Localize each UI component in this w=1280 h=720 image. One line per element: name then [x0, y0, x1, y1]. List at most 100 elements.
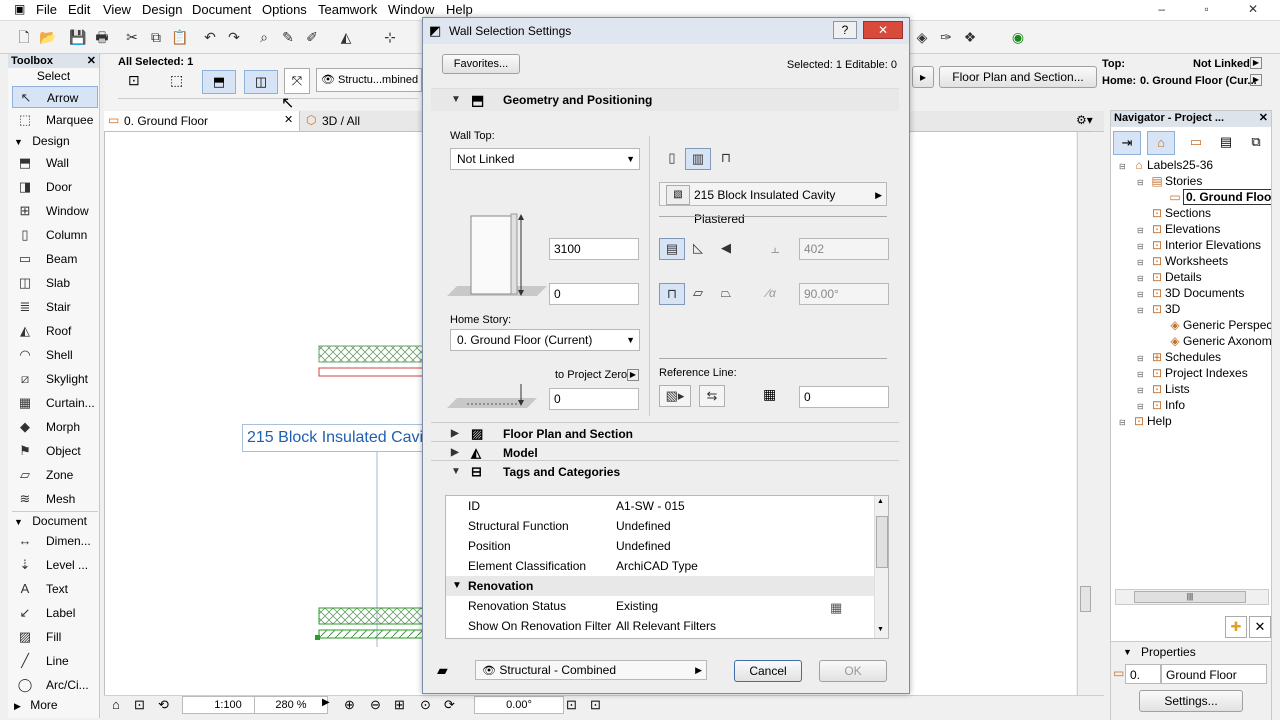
arrow-right-icon[interactable]: ▸	[912, 66, 934, 88]
tree-toggle-icon[interactable]: ⊟	[1137, 303, 1149, 319]
tool-slab[interactable]: ◫ Slab	[12, 272, 98, 294]
teamwork-icon[interactable]: ◉	[1008, 27, 1028, 47]
nav-item[interactable]: ⊟ ⊡ Interior Elevations	[1137, 237, 1261, 253]
wall-height-field[interactable]: 3100	[549, 238, 639, 260]
nav-item[interactable]: ◈ Generic Axonom	[1155, 333, 1271, 349]
top-link-arrow-icon[interactable]: ▶	[1250, 57, 1262, 69]
close-button[interactable]: ✕	[863, 21, 903, 39]
tool-fill[interactable]: ▨ Fill	[12, 626, 98, 648]
tree-toggle-icon[interactable]: ⊟	[1137, 175, 1149, 191]
cut-icon[interactable]: ✂	[122, 27, 142, 47]
wall-icon[interactable]: ⬒	[202, 70, 236, 94]
triangle-down-icon[interactable]: ▼	[1123, 647, 1132, 657]
nav-item[interactable]: ▭ 0. Ground Floo	[1155, 189, 1271, 205]
section-more[interactable]: ▶ More	[12, 696, 98, 714]
wall-slanted-plan-icon[interactable]: ◀	[713, 238, 739, 260]
floor-plan-section-button[interactable]: Floor Plan and Section...	[939, 66, 1097, 88]
render-icon[interactable]: ❖	[960, 27, 980, 47]
cancel-button[interactable]: Cancel	[734, 660, 802, 682]
wall-straight-icon[interactable]: ▯	[659, 148, 685, 170]
reference-line-location-icon[interactable]: ▧▸	[659, 385, 691, 407]
nav-item[interactable]: ⊟ ⊡ 3D	[1137, 301, 1180, 317]
previous-zoom-icon[interactable]: ⊙	[420, 697, 431, 713]
view-map-icon[interactable]: ▭	[1183, 131, 1209, 153]
wall-finish-lower[interactable]	[318, 629, 424, 639]
project-zero-arrow-icon[interactable]: ▶	[627, 369, 639, 381]
wall-trapezoid-icon[interactable]: ▥	[685, 148, 711, 170]
composite-dropdown[interactable]: ▧ 215 Block Insulated Cavity Plastered ▶	[659, 182, 887, 226]
nav-item[interactable]: ⊟ ▤ Stories	[1137, 173, 1202, 189]
nav-item[interactable]: ⊟ ⊡ Worksheets	[1137, 253, 1228, 269]
tool-dimen[interactable]: ↔ Dimen...	[12, 530, 98, 552]
snap-icon[interactable]: ⊹	[380, 27, 400, 47]
scroll-thumb[interactable]: |||	[1134, 591, 1246, 603]
save-icon[interactable]: 💾	[68, 27, 88, 47]
menu-help[interactable]: Help	[446, 2, 473, 17]
nav-item[interactable]: ⊟ ⊡ Project Indexes	[1137, 365, 1248, 381]
close-icon[interactable]: ✕	[87, 54, 96, 67]
play-icon[interactable]: ▶	[322, 697, 330, 708]
menu-teamwork[interactable]: Teamwork	[318, 2, 377, 17]
thickness-field[interactable]: 402	[799, 238, 889, 260]
wall-slanted-icon[interactable]: ▱	[685, 283, 711, 305]
tool-skylight[interactable]: ⧄ Skylight	[12, 368, 98, 390]
paste-icon[interactable]: 📋	[170, 27, 190, 47]
menu-window[interactable]: Window	[388, 2, 434, 17]
table-row[interactable]: Show On Renovation Filter All Relevant Fi…	[446, 616, 874, 636]
zoom-in-icon[interactable]: ⊕	[344, 697, 355, 713]
vertical-scrollbar[interactable]	[1077, 132, 1092, 695]
nav-item[interactable]: ⊟ ⊡ Lists	[1137, 381, 1190, 397]
tool-beam[interactable]: ▭ Beam	[12, 248, 98, 270]
eyedropper-icon[interactable]: ✎	[278, 27, 298, 47]
nav-item[interactable]: ⊟ ⊡ Info	[1137, 397, 1185, 413]
tool-stair[interactable]: ≣ Stair	[12, 296, 98, 318]
tool-roof[interactable]: ◭ Roof	[12, 320, 98, 342]
wall-hatch-upper[interactable]	[318, 345, 424, 363]
undo-icon[interactable]: ↶	[200, 27, 220, 47]
help-button[interactable]: ?	[833, 21, 857, 39]
ok-button[interactable]: OK	[819, 660, 887, 682]
open-file-icon[interactable]: 📂	[38, 27, 58, 47]
geometry-method-icon[interactable]: ⊡	[128, 72, 140, 89]
view-display-button[interactable]: 👁 Structu...mbined	[316, 68, 422, 92]
layout-book-icon[interactable]: ▤	[1213, 131, 1239, 153]
tool-door[interactable]: ◨ Door	[12, 176, 98, 198]
tool-marquee[interactable]: ⬚ Marquee	[12, 109, 98, 131]
new-folder-icon[interactable]: ✚	[1225, 616, 1247, 638]
tool-window[interactable]: ⊞ Window	[12, 200, 98, 222]
angle-field[interactable]: 90.00°	[799, 283, 889, 305]
navigator-icon[interactable]: ⌂	[112, 697, 120, 712]
wall-bottom-offset-field[interactable]: 0	[549, 283, 639, 305]
reference-offset-field[interactable]: 0	[799, 386, 889, 408]
pick-up-icon[interactable]: ⤧	[284, 68, 310, 94]
nav-horizontal-scrollbar[interactable]: |||	[1115, 589, 1269, 605]
orientation-icon[interactable]: ⊡	[566, 697, 577, 713]
tool-arrow[interactable]: ↖ Arrow	[12, 86, 98, 108]
syringe-icon[interactable]: ✐	[302, 27, 322, 47]
tool-morph[interactable]: ◆ Morph	[12, 416, 98, 438]
tab-ground-floor[interactable]: ▭ 0. Ground Floor ✕	[104, 111, 300, 131]
tool-column[interactable]: ▯ Column	[12, 224, 98, 246]
menu-document[interactable]: Document	[192, 2, 251, 17]
angle-field[interactable]: 0.00°	[474, 696, 564, 714]
tool-arcci[interactable]: ◯ Arc/Ci...	[12, 674, 98, 696]
tree-toggle-icon[interactable]: ⊟	[1119, 415, 1131, 431]
nav-item[interactable]: ⊟ ⊡ Help	[1119, 413, 1172, 429]
project-map-icon[interactable]: ⇥	[1113, 131, 1141, 155]
scroll-thumb[interactable]	[876, 516, 888, 568]
nav-item[interactable]: ⊟ ⊡ Details	[1137, 269, 1202, 285]
home-story-dropdown[interactable]: 0. Ground Floor (Current) ▼	[450, 329, 640, 351]
tool-mesh[interactable]: ≋ Mesh	[12, 488, 98, 510]
wall-top-dropdown[interactable]: Not Linked ▼	[450, 148, 640, 170]
table-row[interactable]: Element Classification ArchiCAD Type	[446, 556, 874, 576]
fit-icon[interactable]: ⊞	[394, 697, 405, 713]
layer-icon[interactable]: ◈	[912, 27, 932, 47]
menu-view[interactable]: View	[103, 2, 131, 17]
scroll-thumb[interactable]	[1080, 586, 1091, 612]
section-document[interactable]: ▼ Document	[12, 511, 98, 530]
table-row[interactable]: Position Undefined	[446, 536, 874, 556]
favorites-button[interactable]: Favorites...	[442, 54, 520, 74]
slab-icon[interactable]: ◫	[244, 70, 278, 94]
nav-item[interactable]: ◈ Generic Perspec	[1155, 317, 1271, 333]
scroll-down-icon[interactable]: ▼	[877, 626, 884, 633]
